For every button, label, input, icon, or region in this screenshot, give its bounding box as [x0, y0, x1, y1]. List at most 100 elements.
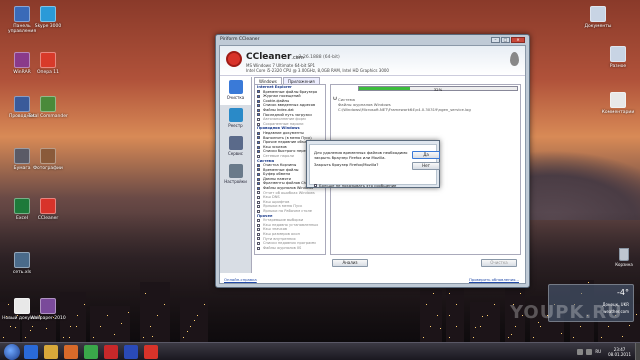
option-checkbox[interactable]: [257, 113, 260, 117]
option-checkbox[interactable]: [257, 108, 260, 112]
yes-button[interactable]: Да: [412, 151, 440, 159]
clock[interactable]: 23:47 08.01.2011: [608, 347, 631, 357]
recycle-bin[interactable]: Корзина: [614, 248, 634, 267]
desktop-icon-label: CCleaner: [37, 216, 59, 221]
minimize-button[interactable]: –: [491, 36, 500, 43]
desktop-icon[interactable]: Фотографии: [28, 148, 68, 171]
taskbar-media-icon[interactable]: [64, 344, 78, 359]
window-light: [157, 315, 158, 316]
tree-item-label: Кэш недавно установленных: [263, 222, 319, 227]
option-checkbox[interactable]: [257, 209, 260, 213]
check-updates-link[interactable]: Проверить обновления...: [469, 277, 519, 282]
sidebar-item[interactable]: Сервис: [220, 133, 251, 161]
option-checkbox[interactable]: [257, 186, 260, 190]
option-checkbox[interactable]: [257, 246, 260, 250]
app-header: CCleaner.com v3.26.1888 (64-bit) MS Wind…: [220, 46, 525, 76]
tree-item-label: Дампы памяти: [263, 176, 291, 181]
taskbar-chrome-icon[interactable]: [84, 344, 98, 359]
window-light: [197, 315, 198, 316]
option-checkbox[interactable]: [257, 228, 260, 232]
clean-button[interactable]: Очистка: [481, 259, 517, 267]
checkbox-box[interactable]: [314, 184, 317, 187]
window-light: [475, 327, 476, 328]
taskbar: RU 23:47 08.01.2011: [0, 342, 640, 360]
desktop-icon-label: Фотографии: [33, 166, 63, 171]
option-checkbox[interactable]: [257, 177, 260, 181]
desktop-icon[interactable]: Wallpaper 2010: [28, 298, 68, 321]
tree-item-label: Проводник Windows: [257, 126, 300, 131]
sidebar-item[interactable]: Реестр: [220, 105, 251, 133]
option-checkbox[interactable]: [257, 94, 260, 98]
option-checkbox[interactable]: [257, 168, 260, 172]
taskbar-explorer-icon[interactable]: [44, 344, 58, 359]
option-checkbox[interactable]: [257, 191, 260, 195]
desktop-icon[interactable]: сеть.xls: [2, 252, 42, 275]
window-light: [629, 325, 630, 326]
desktop-icon-image: [40, 298, 56, 314]
taskbar-word-icon[interactable]: [124, 344, 138, 359]
option-checkbox[interactable]: [257, 237, 260, 241]
window-light: [433, 293, 434, 294]
show-desktop-button[interactable]: [635, 342, 640, 360]
option-checkbox[interactable]: [257, 154, 260, 158]
sidebar-item[interactable]: Очистка: [220, 77, 251, 105]
option-checkbox[interactable]: [257, 150, 260, 154]
option-checkbox[interactable]: [257, 223, 260, 227]
tree-item-label: Очистка Корзины: [263, 163, 297, 168]
tree-option[interactable]: Файлы журналов IIS: [255, 246, 325, 251]
option-checkbox[interactable]: [257, 200, 260, 204]
taskbar-opera-icon[interactable]: [104, 344, 118, 359]
start-button[interactable]: [4, 343, 20, 360]
analyze-button[interactable]: Анализ: [332, 259, 368, 267]
desktop-icon[interactable]: Skype 3000: [28, 6, 68, 29]
option-checkbox[interactable]: [257, 140, 260, 144]
desktop-icon-image: [40, 96, 56, 112]
weather-temp: -4°: [617, 288, 629, 297]
option-checkbox[interactable]: [257, 145, 260, 149]
building: [140, 282, 170, 342]
option-checkbox[interactable]: [257, 196, 260, 200]
option-checkbox[interactable]: [257, 205, 260, 209]
network-icon[interactable]: [577, 348, 584, 355]
busy-spinner-icon: [333, 96, 337, 100]
option-checkbox[interactable]: [257, 136, 260, 140]
taskbar-ccleaner-icon[interactable]: [144, 344, 158, 359]
sidebar-item[interactable]: Настройки: [220, 161, 251, 189]
desktop-icon[interactable]: Total Commander: [28, 96, 68, 119]
desktop-icon[interactable]: Комментарии: [598, 92, 638, 115]
option-checkbox[interactable]: [257, 131, 260, 135]
sidebar-item-label: Сервис: [228, 151, 243, 156]
option-checkbox[interactable]: [257, 182, 260, 186]
desktop-icon[interactable]: Разное: [598, 46, 638, 69]
dont-show-label: Больше не показывать это сообщение: [319, 183, 397, 188]
option-checkbox[interactable]: [257, 90, 260, 94]
desktop-icon[interactable]: CCleaner: [28, 198, 68, 221]
option-checkbox[interactable]: [257, 232, 260, 236]
clock-date: 08.01.2011: [608, 351, 631, 357]
window-light: [145, 293, 146, 294]
volume-icon[interactable]: [586, 348, 593, 355]
option-checkbox[interactable]: [257, 99, 260, 103]
maximize-button[interactable]: □: [501, 36, 510, 43]
dont-show-checkbox[interactable]: Больше не показывать это сообщение: [314, 183, 396, 188]
language-indicator[interactable]: RU: [595, 349, 601, 354]
title-bar[interactable]: Piriform CCleaner – □ ✕: [216, 35, 529, 44]
tab-windows[interactable]: Windows: [254, 77, 282, 84]
option-checkbox[interactable]: [257, 219, 260, 223]
tab-applications[interactable]: Приложения: [282, 77, 320, 84]
online-help-link[interactable]: Онлайн-справка: [224, 277, 257, 282]
system-info: MS Windows 7 Ultimate 64-bit SP1 Intel C…: [246, 63, 389, 73]
option-checkbox[interactable]: [257, 117, 260, 121]
option-checkbox[interactable]: [257, 122, 260, 126]
taskbar-ie-icon[interactable]: [24, 344, 38, 359]
desktop-icon[interactable]: Опера 11: [28, 52, 68, 75]
option-checkbox[interactable]: [257, 163, 260, 167]
no-button[interactable]: Нет: [412, 162, 440, 170]
option-checkbox[interactable]: [257, 173, 260, 177]
desktop-icon[interactable]: Документы: [578, 6, 618, 29]
option-checkbox[interactable]: [257, 241, 260, 245]
desktop-icon-image: [40, 6, 56, 22]
ccleaner-logo-icon: [226, 51, 242, 67]
close-button[interactable]: ✕: [511, 36, 525, 43]
option-checkbox[interactable]: [257, 104, 260, 108]
